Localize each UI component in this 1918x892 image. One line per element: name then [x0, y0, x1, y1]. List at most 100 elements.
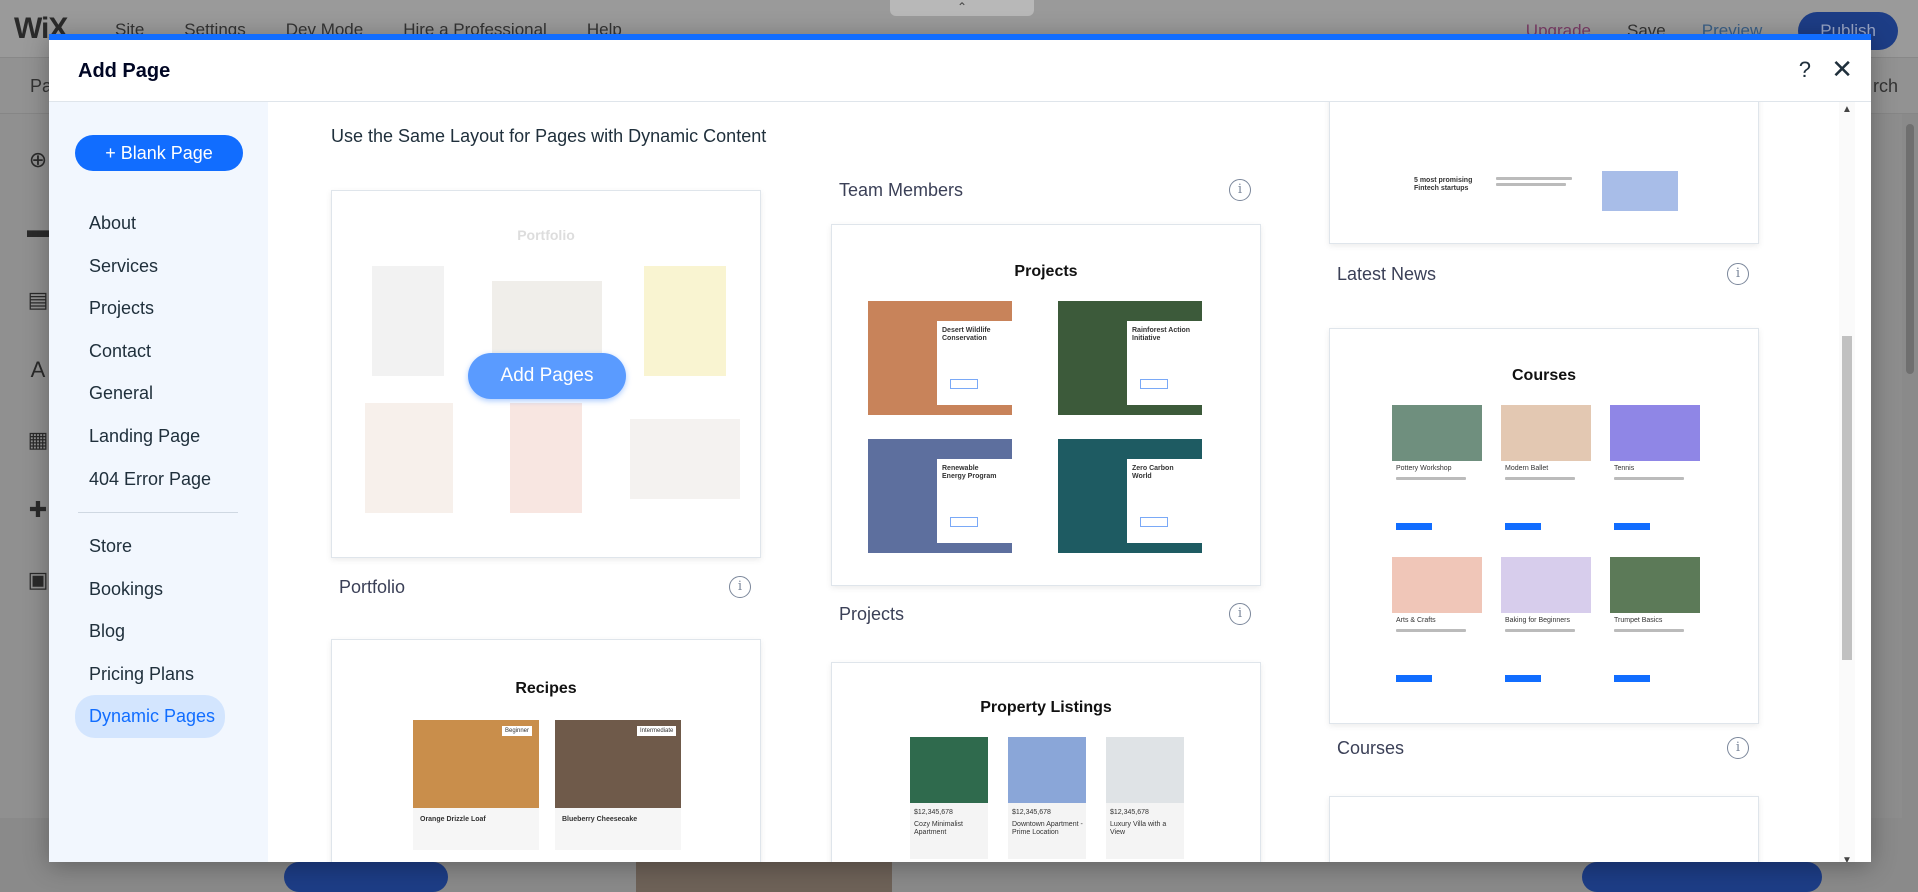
info-icon[interactable]: i: [729, 576, 751, 598]
latest-news-label: Latest News: [1337, 264, 1437, 284]
nav-item-about[interactable]: About: [75, 202, 245, 245]
nav-item-blog[interactable]: Blog: [75, 610, 245, 653]
dialog-content: Use the Same Layout for Pages with Dynam…: [268, 102, 1855, 862]
portfolio-thumb: [630, 419, 740, 499]
nav-item-dynamic-pages[interactable]: Dynamic Pages: [75, 695, 225, 738]
media-icon[interactable]: ▣: [26, 568, 50, 592]
course-title: Arts & Crafts: [1396, 617, 1436, 624]
canvas-image: [636, 862, 892, 892]
course-title: Tennis: [1614, 465, 1635, 472]
recipe-name: Orange Drizzle Loaf: [420, 816, 486, 823]
nav-item-404-error-page[interactable]: 404 Error Page: [75, 458, 245, 501]
info-icon[interactable]: i: [1229, 603, 1251, 625]
recipe-tag: Intermediate: [637, 726, 677, 736]
section-title: Use the Same Layout for Pages with Dynam…: [331, 126, 767, 146]
search-link[interactable]: rch: [1873, 76, 1898, 97]
read-more-button: [1614, 523, 1650, 530]
course-text-line: [1505, 477, 1575, 480]
property-listings-card[interactable]: Property Listings $12,345,678 $12,345,67…: [831, 662, 1261, 862]
portfolio-thumb: [365, 403, 453, 513]
courses-label: Courses: [1337, 738, 1405, 758]
close-icon[interactable]: ✕: [1831, 54, 1853, 85]
projects-card[interactable]: Projects Desert Wildlife Conservation Ra…: [831, 224, 1261, 586]
read-more-button: [1140, 517, 1168, 527]
help-icon[interactable]: ?: [1799, 57, 1811, 83]
nav-item-pricing-plans[interactable]: Pricing Plans: [75, 653, 245, 696]
blank-page-button[interactable]: + Blank Page: [75, 135, 243, 171]
property-card-title: Property Listings: [980, 699, 1112, 716]
design-icon[interactable]: A: [26, 358, 50, 382]
news-image: [1602, 171, 1678, 211]
read-more-button: [1140, 379, 1168, 389]
add-pages-button[interactable]: Add Pages: [468, 353, 626, 399]
project-title: Rainforest Action Initiative: [1132, 327, 1191, 342]
course-image: [1610, 557, 1700, 613]
nav-item-store[interactable]: Store: [75, 525, 245, 568]
scroll-up-icon[interactable]: ▲: [1842, 104, 1852, 115]
project-title: Desert Wildlife Conservation: [942, 327, 991, 342]
collapse-handle-icon[interactable]: ⌃: [890, 0, 1034, 16]
read-more-button: [1505, 523, 1541, 530]
news-headline: 5 most promising Fintech startups: [1414, 177, 1473, 192]
canvas-button-left: [284, 862, 448, 892]
course-image: [1501, 405, 1591, 461]
news-text-line: [1496, 183, 1566, 186]
course-title: Pottery Workshop: [1396, 465, 1452, 472]
courses-card[interactable]: Courses Pottery Workshop Modern Ballet T…: [1329, 328, 1759, 724]
read-more-button: [950, 517, 978, 527]
info-icon[interactable]: i: [1727, 737, 1749, 759]
course-image: [1501, 557, 1591, 613]
content-scrollbar[interactable]: ▲ ▼: [1839, 102, 1855, 862]
recipe-caption-bg: [413, 808, 539, 850]
nav-item-contact[interactable]: Contact: [75, 330, 245, 373]
courses-card-title: Courses: [1511, 367, 1577, 384]
recipes-card[interactable]: Recipes Beginner Intermediate Orange Dri…: [331, 639, 761, 862]
read-more-button: [1505, 675, 1541, 682]
latest-news-card[interactable]: 5 most promising Fintech startups: [1329, 102, 1759, 244]
nav-item-services[interactable]: Services: [75, 245, 245, 288]
editor-scrollbar[interactable]: [1902, 114, 1918, 818]
nav-item-bookings[interactable]: Bookings: [75, 568, 245, 611]
property-image: [1106, 737, 1184, 803]
course-title: Baking for Beginners: [1505, 617, 1570, 624]
projects-label: Projects: [839, 604, 905, 624]
portfolio-card[interactable]: Portfolio Add Pages: [331, 190, 761, 558]
course-text-line: [1614, 477, 1684, 480]
property-name: Downtown Apartment - Prime Location: [1012, 821, 1083, 836]
read-more-button: [950, 379, 978, 389]
nav-item-projects[interactable]: Projects: [75, 287, 245, 330]
nav-item-landing-page[interactable]: Landing Page: [75, 415, 245, 458]
course-image: [1610, 405, 1700, 461]
course-image: [1392, 405, 1482, 461]
info-icon[interactable]: i: [1727, 263, 1749, 285]
pages-icon[interactable]: ▤: [26, 288, 50, 312]
sections-icon[interactable]: ▬: [26, 218, 50, 242]
add-elements-icon[interactable]: ⊕: [26, 148, 50, 172]
property-name: Cozy Minimalist Apartment: [914, 821, 964, 836]
property-image: [1008, 737, 1086, 803]
property-price: $12,345,678: [1012, 809, 1051, 816]
nav-item-general[interactable]: General: [75, 372, 245, 415]
recipe-tag: Beginner: [502, 726, 533, 736]
editor-scroll-thumb[interactable]: [1906, 124, 1914, 374]
dialog-header: Add Page ? ✕: [49, 40, 1871, 102]
canvas-button-right: [1582, 862, 1822, 892]
dialog-sidebar: + Blank Page About Services Projects Con…: [49, 102, 268, 862]
course-image: [1392, 557, 1482, 613]
scroll-down-icon[interactable]: ▼: [1842, 855, 1852, 862]
next-template-card[interactable]: [1329, 796, 1759, 862]
news-text-line: [1496, 177, 1572, 180]
apps-icon[interactable]: ▦: [26, 428, 50, 452]
course-title: Modern Ballet: [1505, 465, 1549, 472]
info-icon[interactable]: i: [1229, 179, 1251, 201]
content-scroll-thumb[interactable]: [1842, 336, 1852, 660]
page-type-list: About Services Projects Contact General …: [75, 202, 245, 500]
business-icon[interactable]: ✚: [26, 498, 50, 522]
portfolio-thumb: [372, 266, 444, 376]
add-page-dialog: Add Page ? ✕ + Blank Page About Services…: [49, 34, 1871, 862]
course-title: Trumpet Basics: [1614, 617, 1663, 624]
portfolio-thumb: [492, 281, 602, 361]
nav-divider: [78, 512, 238, 513]
course-text-line: [1396, 477, 1466, 480]
read-more-button: [1396, 675, 1432, 682]
